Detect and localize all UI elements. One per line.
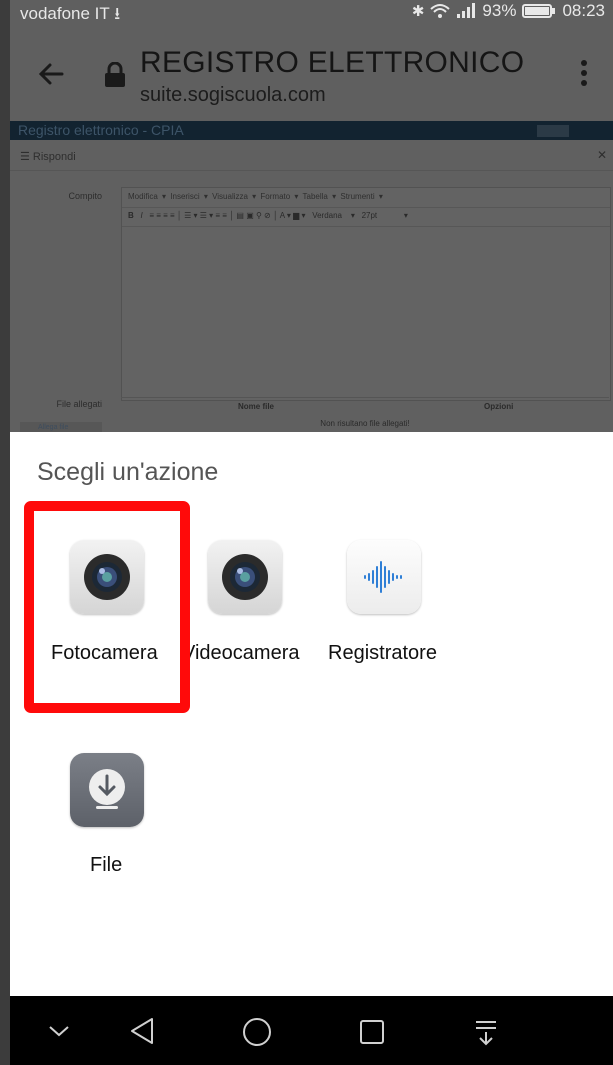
collapse-chevron-icon[interactable] <box>46 1018 72 1044</box>
menubar-divider <box>122 207 610 208</box>
align-icons[interactable]: ≡ ≡ ≡ ≡ │ ☰ ▾ ☰ ▾ ≡ ≡ │ ▤ ▣ ⚲ ⊘ │ A ▾ ▆ … <box>149 211 305 220</box>
recents-icon[interactable] <box>358 1018 386 1046</box>
navigation-bar <box>10 996 613 1065</box>
menu-formato[interactable]: Formato ▾ <box>260 192 298 201</box>
modal-title: ☰ Rispondi <box>20 151 76 163</box>
menu-strumenti[interactable]: Strumenti ▾ <box>340 192 382 201</box>
modal-header: ☰ Rispondi ✕ <box>10 140 613 171</box>
highlight-box <box>24 501 190 713</box>
site-header: Registro elettronico - CPIA <box>10 121 613 140</box>
battery-icon <box>522 4 556 18</box>
home-icon[interactable] <box>242 1017 272 1047</box>
back-arrow-icon[interactable] <box>32 54 72 94</box>
chooser-heading: Scegli un'azione <box>37 458 219 486</box>
back-icon[interactable] <box>128 1016 156 1046</box>
app-label-registratore: Registratore <box>328 642 437 664</box>
compito-label: Compito <box>68 191 102 201</box>
download-icon: ⭳ <box>114 4 121 23</box>
font-size-select[interactable]: 27pt <box>362 211 378 220</box>
bluetooth-icon: ✱ <box>411 3 425 20</box>
web-content: Registro elettronico - CPIA ☰ Rispondi ✕… <box>10 121 613 434</box>
left-frame-border <box>0 0 10 1065</box>
page-title: REGISTRO ELETTRONICO <box>140 46 525 79</box>
menu-tabella[interactable]: Tabella ▾ <box>303 192 337 201</box>
download-file-icon <box>70 753 144 827</box>
files-table-header: Nome file Opzioni <box>121 397 609 415</box>
app-label-videocamera: Videocamera <box>182 642 300 664</box>
no-files-message: Non risultano file allegati! <box>320 419 410 428</box>
site-header-title: Registro elettronico - CPIA <box>18 122 184 138</box>
bold-icon[interactable]: B <box>128 211 134 220</box>
toolbar-divider <box>122 226 610 227</box>
action-chooser-sheet: Scegli un'azione Fotocamera Videocamera <box>10 432 613 996</box>
reply-modal: ☰ Rispondi ✕ Compito Modifica ▾ Inserisc… <box>10 140 613 434</box>
overflow-menu-icon[interactable] <box>581 60 589 90</box>
voice-recorder-icon <box>347 540 421 614</box>
header-button <box>537 125 569 137</box>
lock-icon <box>105 62 125 87</box>
battery-percent: 93% <box>482 1 517 20</box>
rich-text-editor[interactable]: Modifica ▾ Inserisci ▾ Visualizza ▾ Form… <box>121 187 611 401</box>
browser-app-bar: REGISTRO ELETTRONICO suite.sogiscuola.co… <box>10 24 613 121</box>
phone-screen: vodafone IT ⭳ ✱ 93% 08:23 REGISTRO ELETT… <box>10 0 613 1065</box>
editor-menubar: Modifica ▾ Inserisci ▾ Visualizza ▾ Form… <box>128 192 383 201</box>
clock: 08:23 <box>562 1 605 20</box>
notifications-pull-icon[interactable] <box>473 1018 499 1046</box>
camera-icon <box>208 540 282 614</box>
wifi-icon <box>430 4 451 18</box>
col-nome-file: Nome file <box>238 402 275 411</box>
menu-inserisci[interactable]: Inserisci ▾ <box>170 192 208 201</box>
italic-icon[interactable]: I <box>140 211 142 220</box>
menu-visualizza[interactable]: Visualizza ▾ <box>212 192 256 201</box>
app-label-file: File <box>90 854 123 876</box>
page-url[interactable]: suite.sogiscuola.com <box>140 84 326 107</box>
status-icons: ✱ 93% 08:23 <box>412 1 605 21</box>
signal-icon <box>457 3 476 18</box>
font-select[interactable]: Verdana <box>312 211 342 220</box>
status-bar: vodafone IT ⭳ ✱ 93% 08:23 <box>10 0 613 24</box>
menu-modifica[interactable]: Modifica ▾ <box>128 192 166 201</box>
close-icon[interactable]: ✕ <box>597 148 607 162</box>
editor-toolbar: B I ≡ ≡ ≡ ≡ │ ☰ ▾ ☰ ▾ ≡ ≡ │ ▤ ▣ ⚲ ⊘ │ A … <box>128 211 408 220</box>
col-opzioni: Opzioni <box>484 402 514 411</box>
file-allegati-label: File allegati <box>56 399 102 409</box>
